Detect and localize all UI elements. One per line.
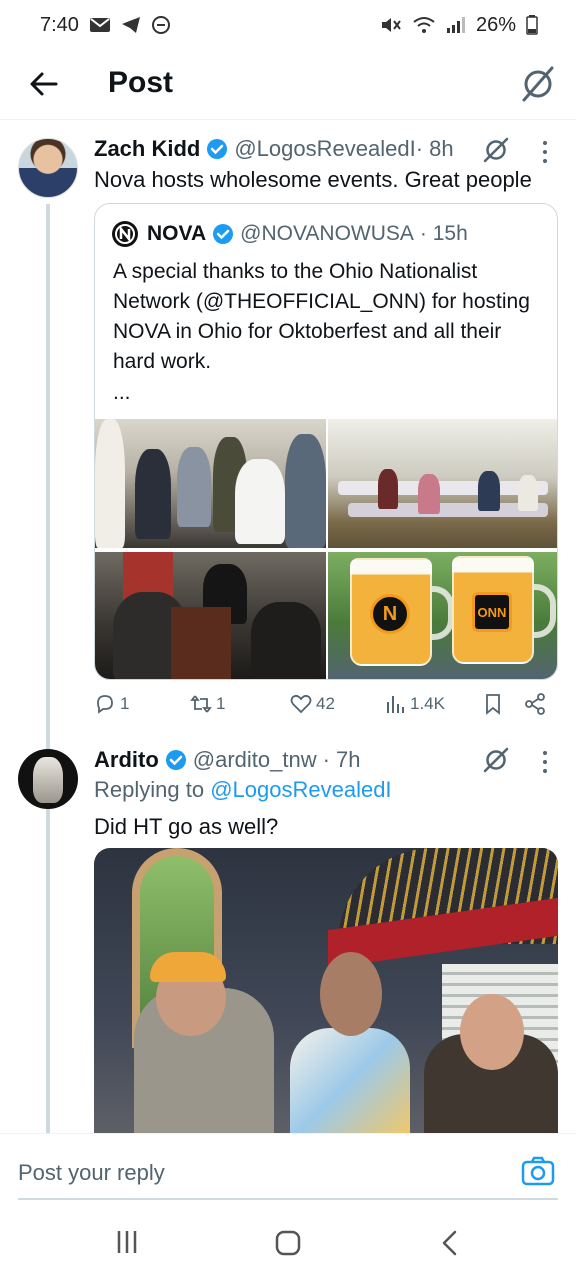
back-icon[interactable] bbox=[438, 1229, 462, 1257]
repost-icon bbox=[190, 695, 212, 713]
verified-icon bbox=[213, 224, 234, 244]
quote-header: NOVA @NOVANOWUSA · 15h bbox=[111, 220, 468, 248]
media-image-3[interactable] bbox=[95, 552, 326, 679]
views-count: 1.4K bbox=[410, 694, 445, 713]
status-bar: 7:40 26% bbox=[0, 0, 576, 50]
recents-icon[interactable] bbox=[114, 1229, 140, 1255]
mug-logo: ONN bbox=[472, 592, 512, 632]
input-underline bbox=[18, 1198, 558, 1200]
more-icon[interactable] bbox=[542, 751, 548, 773]
telegram-icon bbox=[121, 17, 140, 33]
battery-percent: 26% bbox=[475, 13, 516, 36]
verified-icon bbox=[207, 139, 228, 159]
verified-icon bbox=[165, 750, 186, 770]
grok-icon[interactable] bbox=[482, 746, 510, 774]
author-name[interactable]: Ardito bbox=[94, 747, 159, 773]
author-handle[interactable]: @ardito_tnw bbox=[193, 747, 317, 773]
bookmark-button[interactable] bbox=[482, 693, 504, 715]
tweet-header: Zach Kidd @LogosRevealedI · 8h bbox=[94, 136, 454, 162]
like-icon bbox=[290, 694, 312, 714]
share-button[interactable] bbox=[524, 693, 546, 715]
quote-author-name: NOVA bbox=[147, 222, 207, 245]
avatar[interactable] bbox=[18, 749, 78, 809]
avatar[interactable] bbox=[18, 138, 78, 198]
grok-icon[interactable] bbox=[520, 64, 556, 104]
quote-time: · 15h bbox=[419, 222, 468, 245]
mail-icon bbox=[89, 18, 110, 32]
post-time: · 7h bbox=[322, 747, 361, 772]
repost-button[interactable]: 1 bbox=[190, 693, 225, 715]
post-time: · 8h bbox=[415, 136, 454, 161]
reply-text: Did HT go as well? bbox=[94, 814, 279, 839]
quote-more: ... bbox=[113, 381, 131, 404]
system-nav-bar bbox=[0, 1201, 576, 1280]
more-icon[interactable] bbox=[542, 141, 548, 163]
signal-icon bbox=[446, 17, 465, 33]
views-button[interactable]: 1.4K bbox=[384, 693, 445, 715]
nova-logo-icon bbox=[112, 221, 138, 247]
replying-to: Replying to @LogosRevealedI bbox=[94, 777, 392, 803]
tweet-text: Nova hosts wholesome events. Great peopl… bbox=[94, 167, 532, 192]
reply-header: Ardito @ardito_tnw · 7h bbox=[94, 747, 361, 773]
media-image-1[interactable] bbox=[95, 419, 326, 548]
share-icon bbox=[525, 693, 545, 715]
do-not-disturb-icon bbox=[151, 16, 170, 34]
author-name[interactable]: Zach Kidd bbox=[94, 136, 200, 162]
reply-button[interactable]: 1 bbox=[94, 693, 129, 715]
home-icon[interactable] bbox=[274, 1229, 302, 1257]
media-image-4[interactable]: N ONN bbox=[328, 552, 557, 679]
top-bar: Post bbox=[0, 50, 576, 120]
status-time: 7:40 bbox=[40, 13, 79, 36]
like-button[interactable]: 42 bbox=[290, 693, 335, 715]
quoted-post[interactable]: NOVA @NOVANOWUSA · 15h A special thanks … bbox=[94, 203, 558, 680]
reply-icon bbox=[97, 695, 113, 714]
media-image-2[interactable] bbox=[328, 419, 557, 548]
bookmark-icon bbox=[486, 694, 500, 715]
action-bar: 1 1 42 1.4K bbox=[94, 693, 558, 723]
reply-image[interactable] bbox=[94, 848, 558, 1134]
battery-icon bbox=[526, 15, 538, 35]
views-icon bbox=[387, 696, 404, 713]
grok-icon[interactable] bbox=[482, 136, 510, 164]
wifi-icon bbox=[413, 17, 435, 33]
thread-line bbox=[46, 204, 50, 1134]
back-arrow-icon[interactable] bbox=[26, 66, 62, 102]
repost-count: 1 bbox=[216, 694, 226, 713]
quote-text: A special thanks to the Ohio Nationalist… bbox=[113, 260, 530, 373]
reply-input[interactable]: Post your reply bbox=[18, 1160, 165, 1186]
media-grid: N ONN bbox=[95, 419, 557, 679]
camera-icon[interactable] bbox=[520, 1154, 556, 1190]
author-handle[interactable]: @LogosRevealedI bbox=[234, 136, 415, 162]
reply-composer: Post your reply bbox=[0, 1133, 576, 1201]
reply-count: 1 bbox=[120, 694, 130, 713]
quote-author-handle: @NOVANOWUSA bbox=[240, 222, 414, 245]
replying-prefix: Replying to bbox=[94, 777, 205, 802]
mug-logo: N bbox=[370, 594, 410, 634]
mute-icon bbox=[381, 18, 401, 32]
replying-mention[interactable]: @LogosRevealedI bbox=[210, 777, 391, 802]
like-count: 42 bbox=[316, 694, 335, 713]
page-title: Post bbox=[108, 66, 174, 99]
